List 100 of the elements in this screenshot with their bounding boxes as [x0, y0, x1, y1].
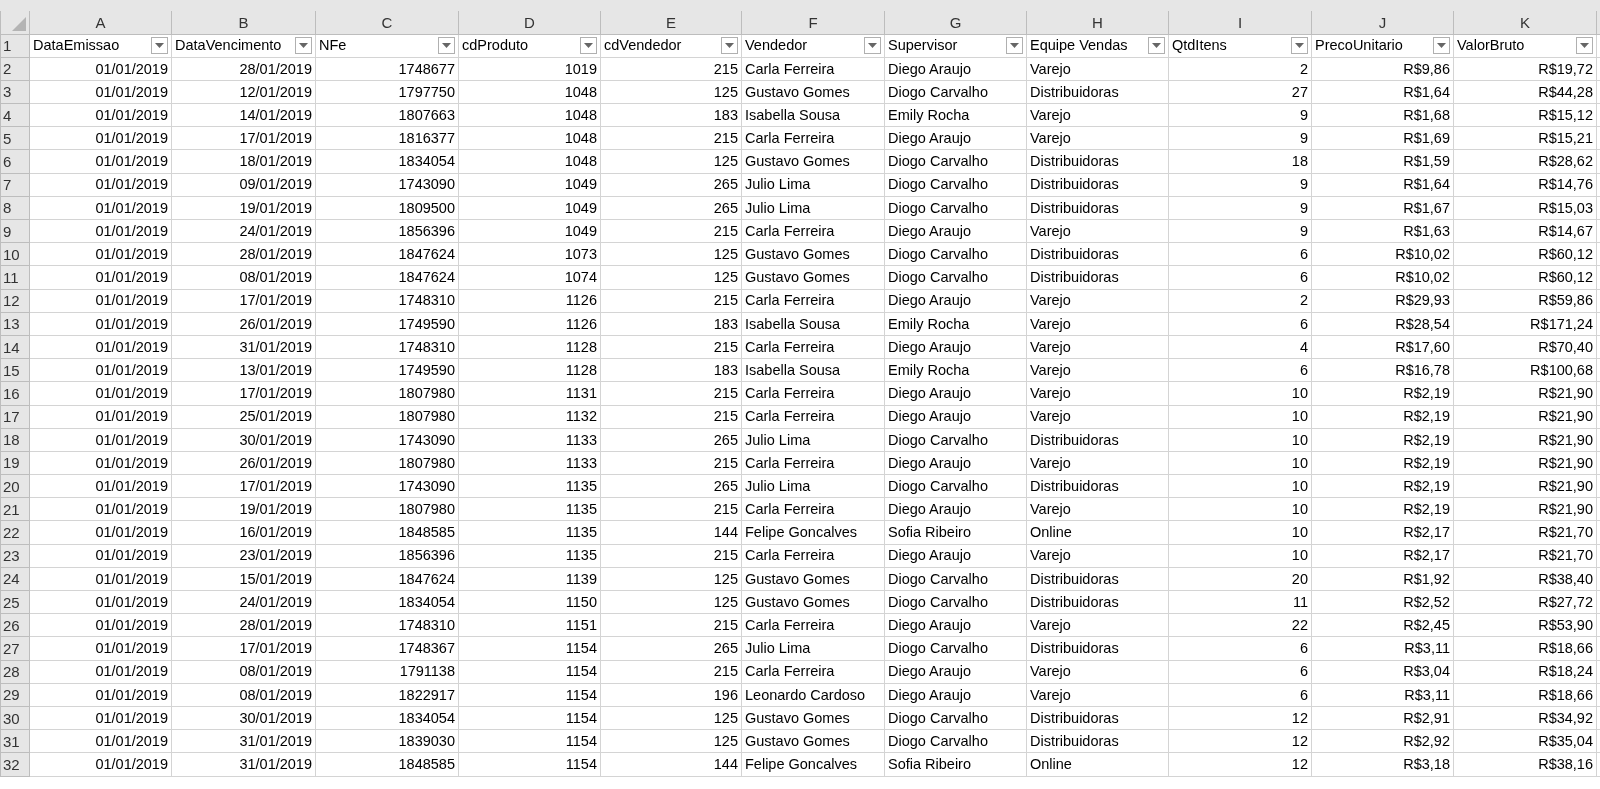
row-number[interactable]: 21	[0, 497, 30, 521]
table-cell: 09/01/2019	[171, 173, 316, 197]
table-cell: 1154	[458, 706, 601, 730]
row-number[interactable]: 10	[0, 242, 30, 266]
table-cell: R$34,92	[1453, 706, 1597, 730]
column-letter[interactable]: C	[315, 11, 459, 34]
filter-dropdown-button[interactable]	[580, 37, 597, 55]
filter-dropdown-button[interactable]	[1576, 37, 1593, 55]
table-cell: 1133	[458, 451, 601, 475]
row-number[interactable]: 15	[0, 358, 30, 382]
table-cell: R$70,40	[1453, 335, 1597, 359]
caret-icon	[299, 43, 308, 49]
row-number[interactable]: 30	[0, 706, 30, 730]
table-cell: 01/01/2019	[29, 149, 172, 174]
column-letter[interactable]: D	[458, 11, 601, 34]
row-number[interactable]: 13	[0, 312, 30, 336]
table-cell: 01/01/2019	[29, 405, 172, 429]
row-number[interactable]: 16	[0, 381, 30, 405]
filter-dropdown-button[interactable]	[151, 37, 168, 55]
filter-dropdown-button[interactable]	[864, 37, 881, 55]
column-letter[interactable]: F	[741, 11, 885, 34]
column-letter[interactable]: I	[1168, 11, 1312, 34]
row-number[interactable]: 29	[0, 683, 30, 707]
row-number[interactable]: 2	[0, 57, 30, 81]
row-number[interactable]: 1	[0, 34, 30, 58]
row-number[interactable]: 25	[0, 590, 30, 614]
table-cell: Diego Araujo	[884, 219, 1027, 243]
row-number[interactable]: 9	[0, 219, 30, 243]
table-cell: R$28,54	[1311, 312, 1454, 336]
row-number[interactable]: 11	[0, 265, 30, 290]
table-cell: Varejo	[1026, 497, 1169, 521]
row-number[interactable]: 3	[0, 80, 30, 104]
table-cell: 215	[600, 381, 742, 405]
row-number[interactable]: 14	[0, 335, 30, 359]
row-number[interactable]: 6	[0, 149, 30, 174]
row-number[interactable]: 12	[0, 289, 30, 313]
table-cell: Emily Rocha	[884, 103, 1027, 127]
row-number[interactable]: 23	[0, 544, 30, 568]
column-letter[interactable]: E	[600, 11, 742, 34]
row-number[interactable]: 28	[0, 660, 30, 684]
row-number[interactable]: 4	[0, 103, 30, 127]
table-cell: R$3,18	[1311, 752, 1454, 776]
table-cell: 28/01/2019	[171, 613, 316, 637]
filter-dropdown-button[interactable]	[1433, 37, 1450, 55]
table-cell: R$35,04	[1453, 729, 1597, 753]
row-number[interactable]: 8	[0, 196, 30, 220]
column-letter[interactable]: G	[884, 11, 1027, 34]
table-cell: R$2,19	[1311, 428, 1454, 452]
table-cell: Varejo	[1026, 613, 1169, 637]
table-cell: 2	[1168, 57, 1312, 81]
row-number[interactable]: 7	[0, 173, 30, 197]
table-cell: Diego Araujo	[884, 381, 1027, 405]
table-cell: Emily Rocha	[884, 358, 1027, 382]
table-cell: R$21,90	[1453, 405, 1597, 429]
caret-icon	[442, 43, 451, 49]
filter-dropdown-button[interactable]	[1006, 37, 1023, 55]
table-cell: Varejo	[1026, 312, 1169, 336]
table-cell: 01/01/2019	[29, 752, 172, 776]
table-cell: Carla Ferreira	[741, 451, 885, 475]
table-cell: R$3,04	[1311, 660, 1454, 684]
table-cell: Online	[1026, 752, 1169, 776]
table-cell: 125	[600, 242, 742, 266]
table-cell: Gustavo Gomes	[741, 265, 885, 290]
table-cell: 6	[1168, 358, 1312, 382]
table-cell: 01/01/2019	[29, 265, 172, 290]
row-number[interactable]: 22	[0, 520, 30, 545]
table-cell: 01/01/2019	[29, 312, 172, 336]
table-cell: 1133	[458, 428, 601, 452]
row-number[interactable]: 31	[0, 729, 30, 753]
filter-dropdown-button[interactable]	[295, 37, 312, 55]
table-cell: Carla Ferreira	[741, 381, 885, 405]
table-cell: 265	[600, 173, 742, 197]
column-letter[interactable]: A	[29, 11, 172, 34]
row-number[interactable]: 5	[0, 126, 30, 150]
row-number[interactable]: 26	[0, 613, 30, 637]
table-cell: 6	[1168, 660, 1312, 684]
table-cell: 10	[1168, 405, 1312, 429]
table-cell: 1150	[458, 590, 601, 614]
table-cell: Felipe Goncalves	[741, 752, 885, 776]
row-number[interactable]: 24	[0, 567, 30, 591]
filter-dropdown-button[interactable]	[1148, 37, 1165, 55]
row-number[interactable]: 27	[0, 636, 30, 661]
column-title: Supervisor	[888, 38, 958, 53]
table-cell: 26/01/2019	[171, 451, 316, 475]
table-cell: 1856396	[315, 544, 459, 568]
row-number[interactable]: 32	[0, 752, 30, 776]
filter-dropdown-button[interactable]	[721, 37, 738, 55]
column-letter[interactable]: B	[171, 11, 316, 34]
column-letter[interactable]: J	[1311, 11, 1454, 34]
table-cell: R$21,90	[1453, 428, 1597, 452]
table-cell: Carla Ferreira	[741, 613, 885, 637]
filter-dropdown-button[interactable]	[1291, 37, 1308, 55]
column-letter[interactable]: K	[1453, 11, 1597, 34]
filter-dropdown-button[interactable]	[438, 37, 455, 55]
column-letter[interactable]: H	[1026, 11, 1169, 34]
row-number[interactable]: 20	[0, 474, 30, 498]
row-number[interactable]: 19	[0, 451, 30, 475]
table-cell: 12	[1168, 706, 1312, 730]
row-number[interactable]: 17	[0, 405, 30, 429]
row-number[interactable]: 18	[0, 428, 30, 452]
